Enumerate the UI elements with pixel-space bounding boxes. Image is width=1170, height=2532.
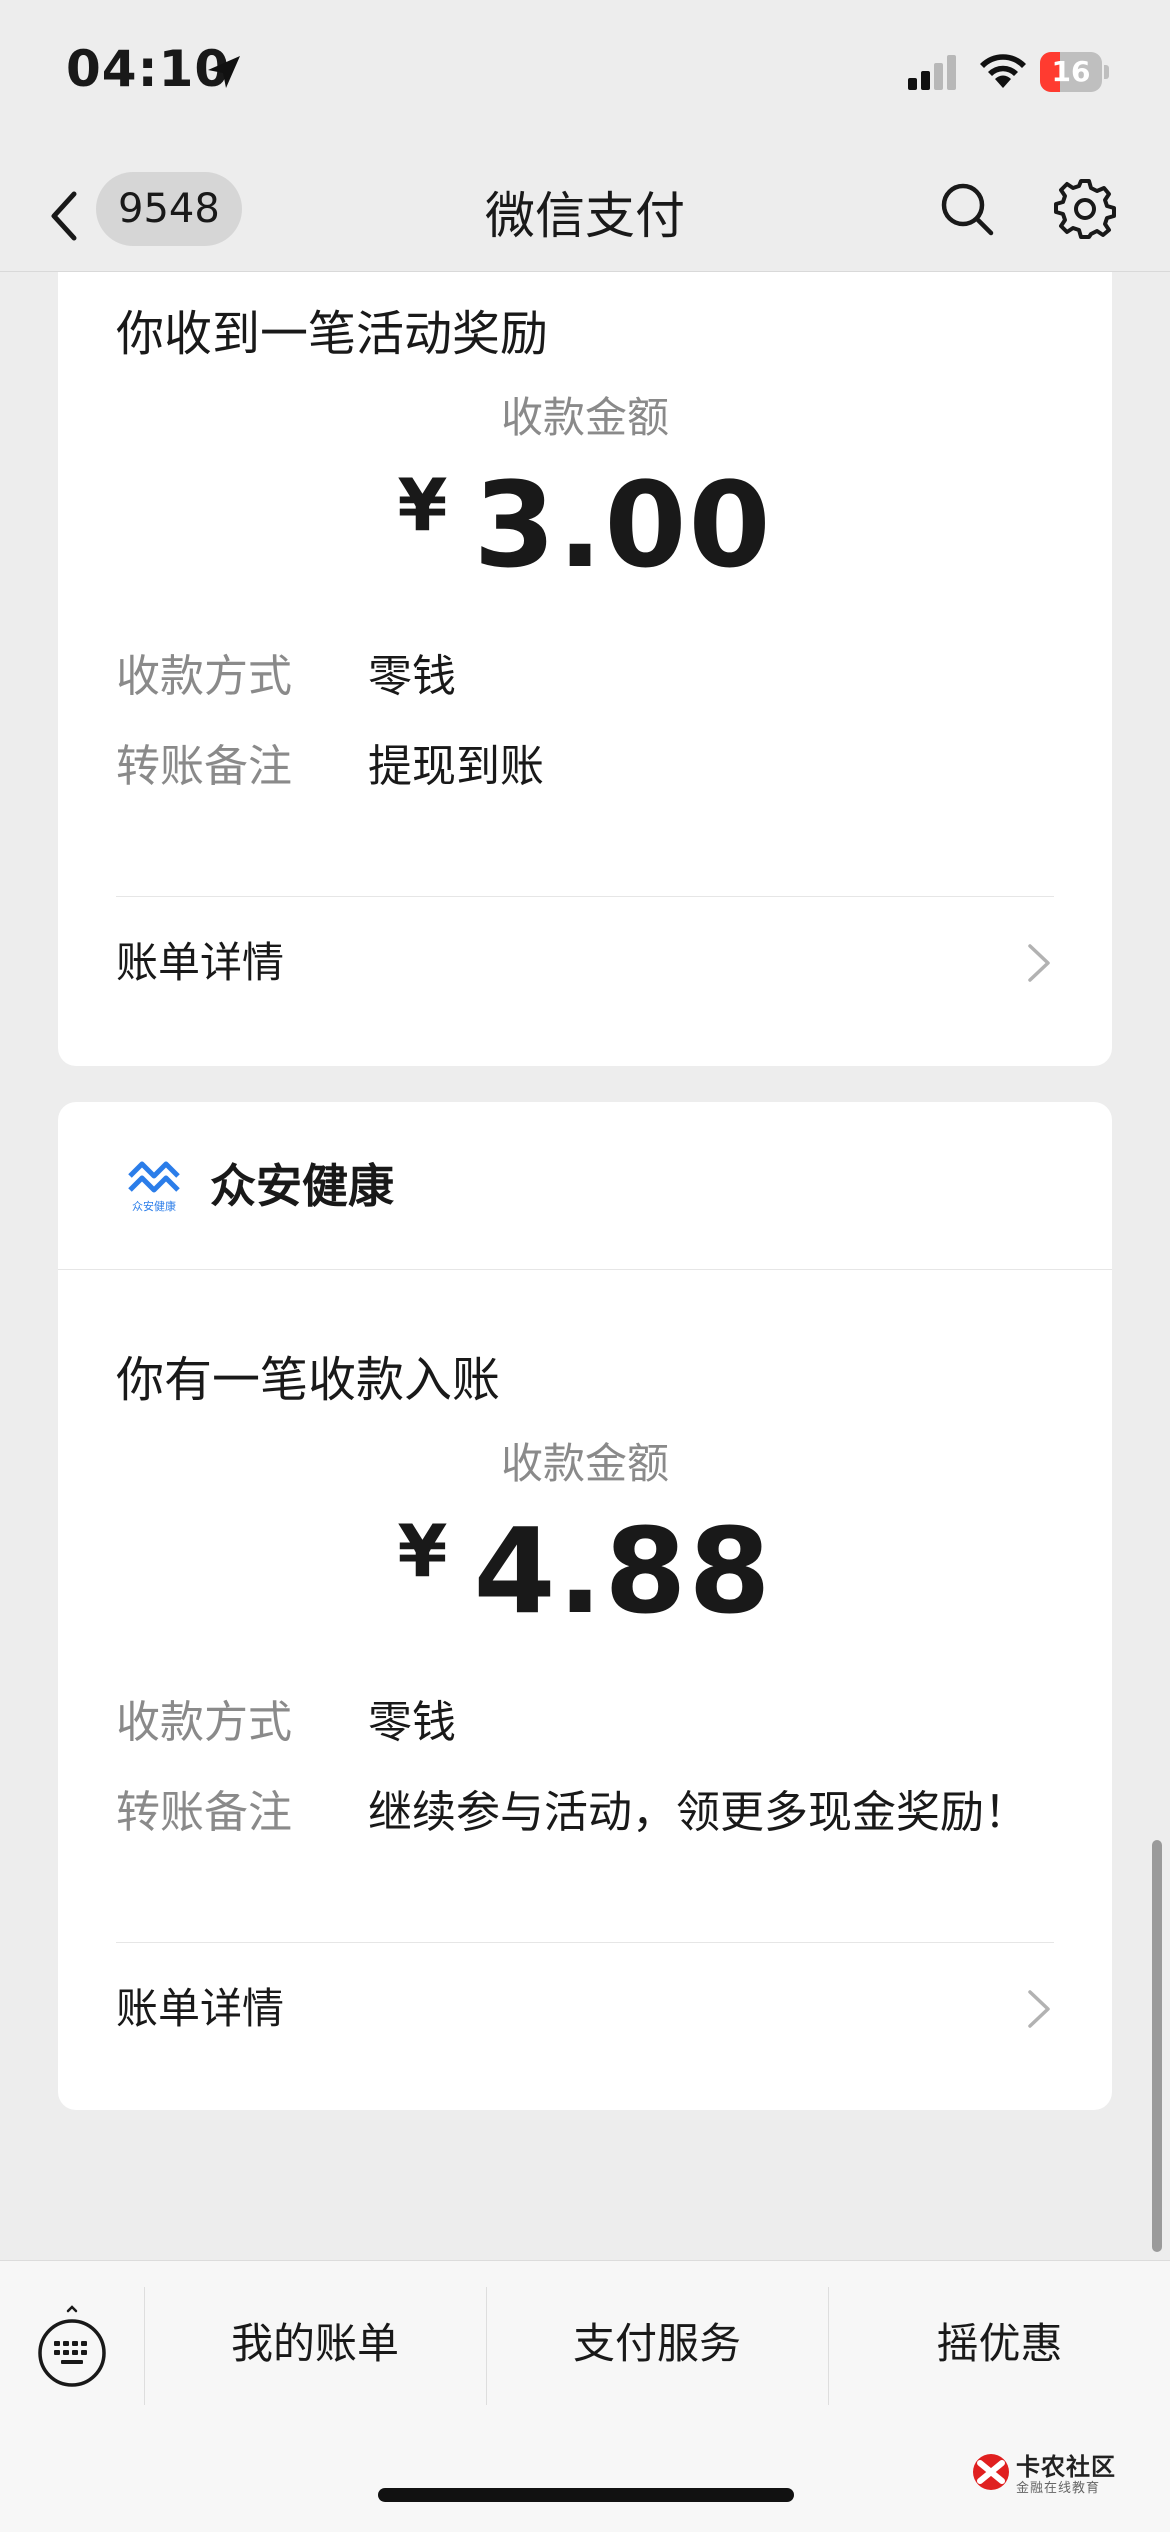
field-value: 提现到账 [368,741,544,792]
amount-value: ¥3.00 [58,456,1112,594]
chevron-right-icon [1028,944,1050,982]
status-bar: 04:10 16 [0,0,1170,160]
message-title: 你有一笔收款入账 [116,1352,501,1408]
amount-number: 4.88 [473,1502,773,1640]
chevron-right-icon [1028,1990,1050,2028]
menu-payment-services[interactable]: 支付服务 [487,2283,827,2405]
payment-message-card: 众安健康 众安健康 你有一笔收款入账 收款金额 ¥4.88 收款方式 零钱 转账… [58,1102,1112,2110]
zhongan-logo-icon: 众安健康 [128,1161,180,1213]
payment-message-card: 你收到一笔活动奖励 收款金额 ¥3.00 收款方式 零钱 转账备注 提现到账 账… [58,272,1112,1066]
signal-icon [908,55,956,90]
field-label: 收款方式 [116,1697,292,1748]
watermark: 卡农社区 金融在线教育 [970,2447,1160,2497]
brand-logo-text: 众安健康 [132,1199,176,1213]
nav-bar: 微信支付 9548 [0,160,1170,272]
battery-percent: 16 [1051,55,1091,88]
bill-detail-link[interactable]: 账单详情 [58,1944,1112,2074]
bill-detail-label: 账单详情 [116,1984,285,2033]
scrollbar[interactable] [1152,1840,1162,2252]
currency-symbol: ¥ [397,1509,450,1593]
field-value: 零钱 [368,651,456,702]
divider [116,896,1054,897]
gear-icon[interactable] [1054,178,1116,240]
amount-value: ¥4.88 [58,1502,1112,1640]
menu-shake-offers[interactable]: 摇优惠 [829,2283,1170,2405]
home-indicator[interactable] [378,2488,794,2502]
divider [116,1942,1054,1943]
wifi-icon [980,54,1026,88]
menu-my-bills[interactable]: 我的账单 [145,2283,485,2405]
field-value: 零钱 [368,1697,456,1748]
amount-number: 3.00 [473,456,773,594]
keyboard-icon[interactable] [34,2305,110,2393]
field-value: 继续参与活动，领更多现金奖励！ [368,1787,1028,1838]
amount-label: 收款金额 [500,1439,669,1488]
kanong-logo-icon [973,2454,1009,2490]
message-list[interactable]: 你收到一笔活动奖励 收款金额 ¥3.00 收款方式 零钱 转账备注 提现到账 账… [0,272,1170,2260]
unread-count-badge[interactable]: 9548 [96,172,242,246]
currency-symbol: ¥ [397,463,450,547]
bill-detail-label: 账单详情 [116,938,285,987]
message-title: 你收到一笔活动奖励 [116,306,549,362]
field-label: 转账备注 [116,741,292,792]
location-arrow-icon [208,56,240,88]
card-header[interactable]: 众安健康 众安健康 [58,1102,1112,1270]
brand-name: 众安健康 [210,1159,394,1213]
search-icon[interactable] [938,180,996,238]
field-label: 转账备注 [116,1787,292,1838]
battery-charging-icon: 16 [1040,52,1110,92]
back-chevron-icon[interactable] [44,180,88,252]
field-label: 收款方式 [116,651,292,702]
watermark-subtitle: 金融在线教育 [1016,2481,1101,2496]
amount-label: 收款金额 [500,393,669,442]
bill-detail-link[interactable]: 账单详情 [58,898,1112,1028]
